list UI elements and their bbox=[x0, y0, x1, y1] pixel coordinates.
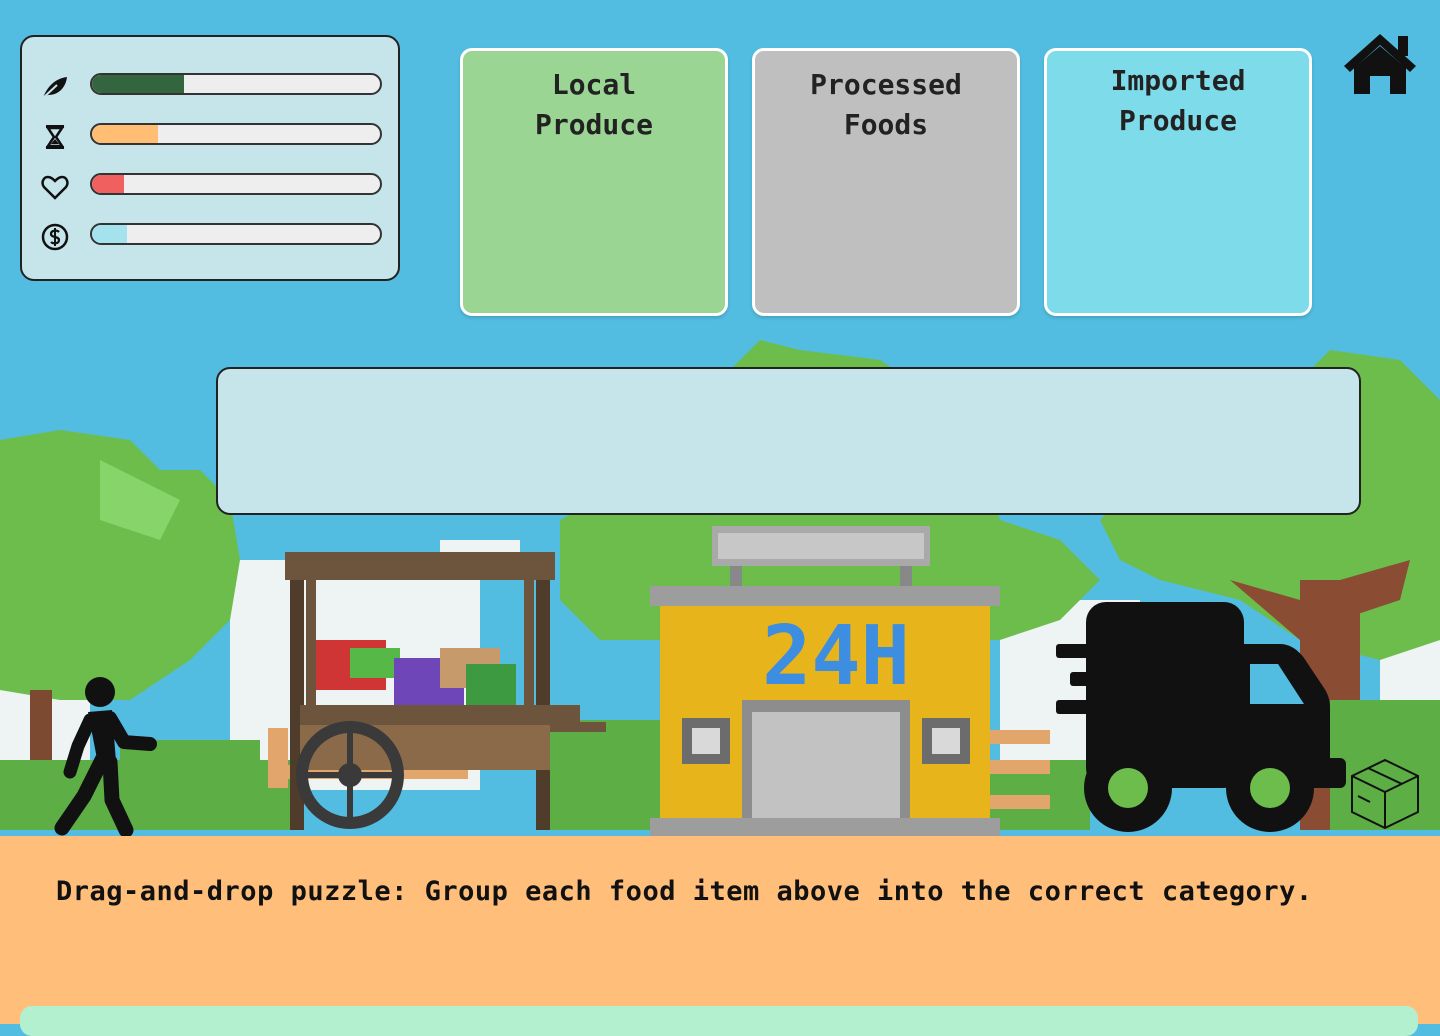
category-label: Imported Produce bbox=[1110, 64, 1246, 137]
sustainability-bar-fill bbox=[92, 75, 185, 93]
stat-row-money bbox=[40, 223, 390, 251]
stat-row-time bbox=[40, 123, 390, 149]
bottom-bar bbox=[20, 1006, 1418, 1036]
time-bar-fill bbox=[92, 125, 159, 143]
stat-row-sustainability bbox=[40, 73, 390, 99]
walking-person-icon bbox=[54, 677, 157, 838]
stat-row-health bbox=[40, 173, 390, 200]
money-bar bbox=[90, 223, 382, 245]
delivery-truck-icon bbox=[1056, 602, 1346, 832]
category-bin-imported-produce[interactable]: Imported Produce bbox=[1044, 48, 1312, 316]
home-icon[interactable] bbox=[1340, 30, 1420, 100]
package-box-icon bbox=[1351, 758, 1419, 830]
health-bar bbox=[90, 173, 382, 195]
kiosk-sign: 24H bbox=[762, 609, 910, 704]
money-icon bbox=[41, 223, 69, 251]
dialogue-text: Drag-and-drop puzzle: Group each food it… bbox=[56, 876, 1313, 907]
sustainability-bar bbox=[90, 73, 382, 95]
category-bin-processed-foods[interactable]: Processed Foods bbox=[752, 48, 1020, 316]
time-bar bbox=[90, 123, 382, 145]
health-bar-fill bbox=[92, 175, 124, 193]
category-bin-local-produce[interactable]: Local Produce bbox=[460, 48, 728, 316]
category-label: Processed Foods bbox=[810, 68, 962, 141]
dialogue-area bbox=[0, 836, 1440, 1024]
stats-panel bbox=[20, 35, 400, 281]
hourglass-icon bbox=[45, 125, 65, 149]
heart-icon bbox=[41, 175, 69, 200]
money-bar-fill bbox=[92, 225, 127, 243]
category-label: Local Produce bbox=[534, 68, 653, 141]
food-item-tray[interactable] bbox=[216, 367, 1361, 515]
leaf-icon bbox=[42, 77, 67, 99]
